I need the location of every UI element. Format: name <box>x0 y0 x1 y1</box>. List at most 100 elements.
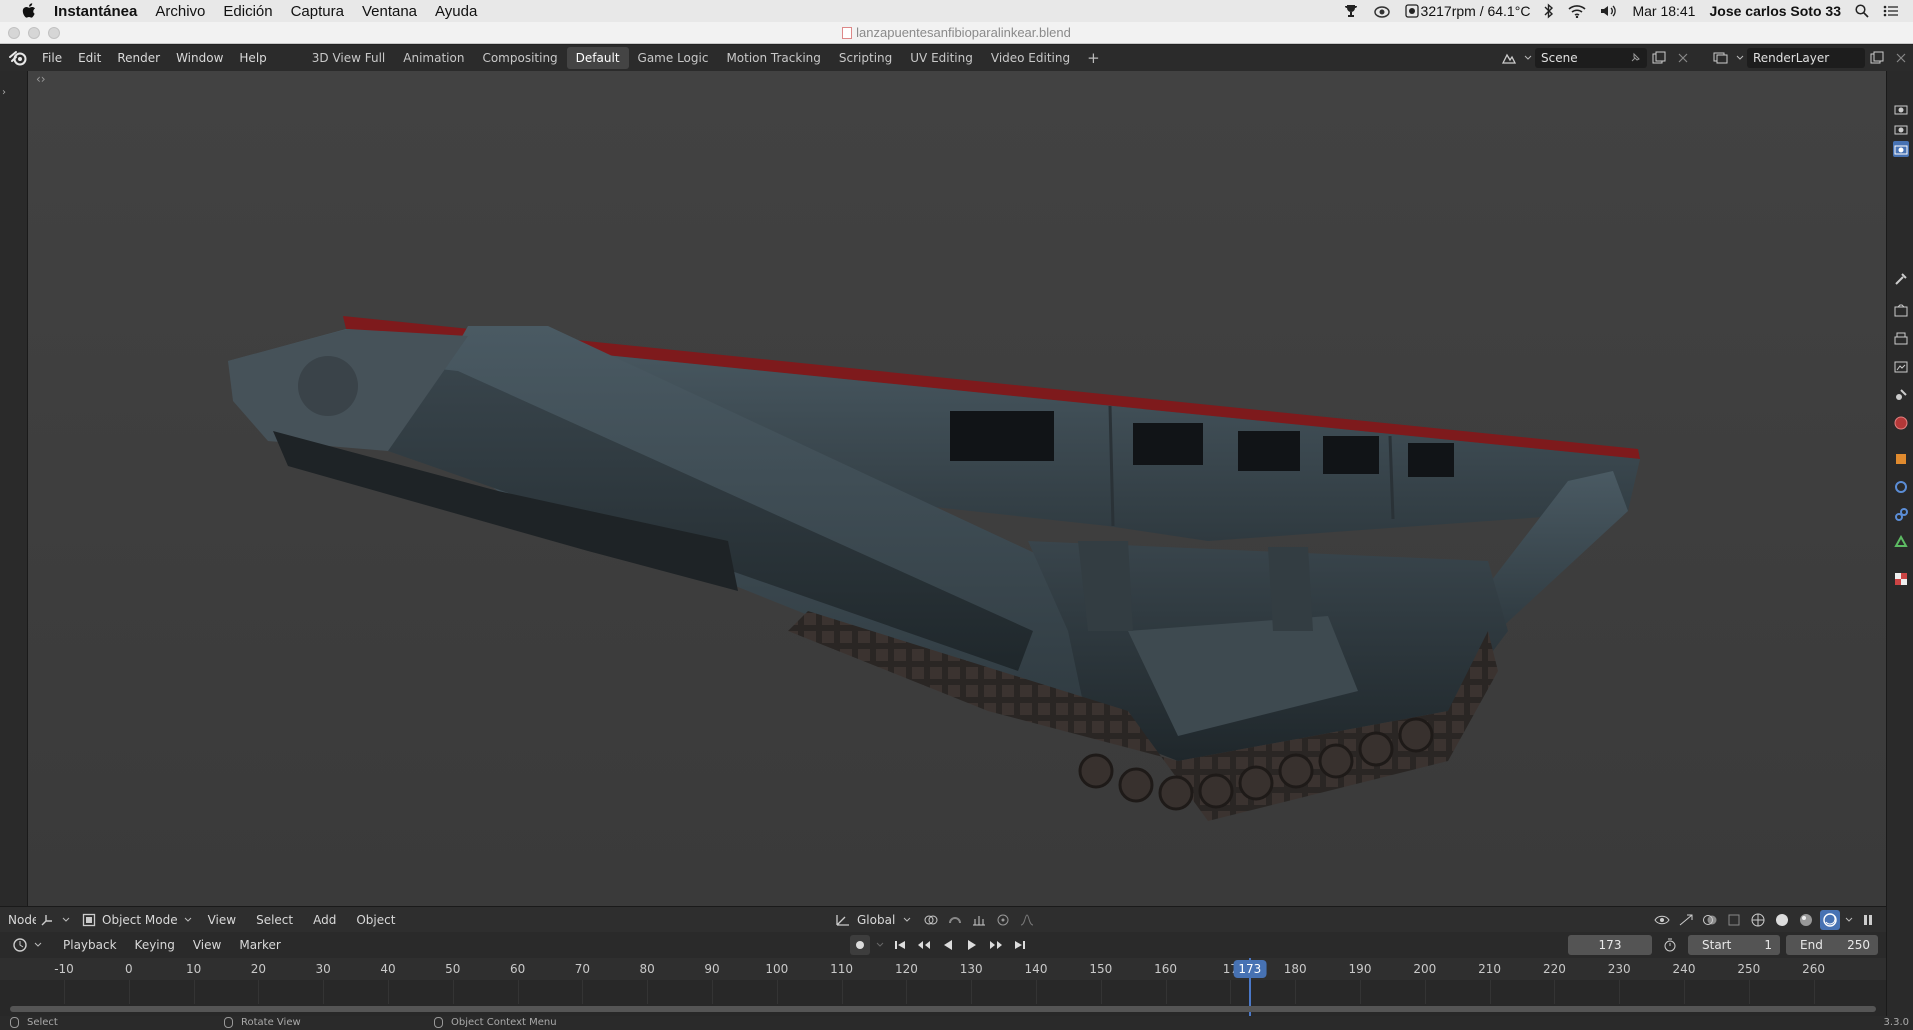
wireframe-shading-icon[interactable] <box>1748 910 1768 930</box>
chevron-down-icon[interactable] <box>1735 48 1745 68</box>
world-icon[interactable] <box>1893 415 1909 431</box>
transform-orientation-icon[interactable] <box>835 913 851 927</box>
snap-target-icon[interactable] <box>969 910 989 930</box>
view-layer-icon[interactable] <box>1893 359 1909 375</box>
new-scene-icon[interactable] <box>1649 48 1669 68</box>
camera-icon[interactable] <box>1893 101 1909 117</box>
falloff-icon[interactable] <box>1017 910 1037 930</box>
chevron-down-icon[interactable] <box>903 917 911 923</box>
solid-shading-icon[interactable] <box>1772 910 1792 930</box>
jump-end-icon[interactable] <box>1010 935 1030 955</box>
camera-icon[interactable] <box>1893 121 1909 137</box>
current-frame-badge[interactable]: 173 <box>1233 960 1267 978</box>
user-name[interactable]: Jose carlos Soto 33 <box>1709 3 1841 19</box>
stopwatch-icon[interactable] <box>1660 935 1680 955</box>
menu-select[interactable]: Select <box>246 913 303 927</box>
chevron-down-icon[interactable] <box>874 935 886 955</box>
menu-render[interactable]: Render <box>109 51 168 65</box>
chevron-down-icon[interactable] <box>1523 48 1533 68</box>
menu-file[interactable]: File <box>34 51 70 65</box>
bluetooth-icon[interactable] <box>1544 3 1554 19</box>
pause-render-icon[interactable] <box>1858 910 1878 930</box>
menu-window[interactable]: Window <box>168 51 231 65</box>
3d-viewport[interactable]: ‹› <box>28 71 1886 906</box>
tab-compositing[interactable]: Compositing <box>473 47 566 69</box>
scene-name-field[interactable]: Scene <box>1535 48 1647 68</box>
chevron-down-icon[interactable] <box>1844 910 1854 930</box>
orientation-label[interactable]: Global <box>857 913 895 927</box>
play-icon[interactable] <box>962 935 982 955</box>
output-properties-icon[interactable] <box>1893 331 1909 347</box>
timeline-ruler[interactable]: -10 0 10 20 30 40 50 60 70 80 90 100 110 120 130 140 150… <box>0 958 1886 980</box>
play-reverse-icon[interactable] <box>938 935 958 955</box>
current-frame-field[interactable]: 173 <box>1568 935 1652 955</box>
tab-default[interactable]: Default <box>566 47 629 69</box>
render-layer-icon[interactable] <box>1711 48 1731 68</box>
clock[interactable]: Mar 18:41 <box>1632 3 1695 19</box>
tab-motion-tracking[interactable]: Motion Tracking <box>717 47 829 69</box>
prev-keyframe-icon[interactable] <box>914 935 934 955</box>
trophy-icon[interactable] <box>1343 3 1359 19</box>
jump-start-icon[interactable] <box>890 935 910 955</box>
menu-timeline-view[interactable]: View <box>184 938 230 952</box>
menu-add[interactable]: Add <box>303 913 346 927</box>
add-workspace-button[interactable]: + <box>1079 49 1108 67</box>
tab-3d-view-full[interactable]: 3D View Full <box>303 47 395 69</box>
object-properties-icon[interactable] <box>1893 451 1909 467</box>
delete-render-layer-icon[interactable] <box>1891 48 1911 68</box>
start-frame-field[interactable]: Start 1 <box>1688 935 1780 955</box>
object-mode-dropdown[interactable]: Object Mode <box>76 910 198 930</box>
delete-scene-icon[interactable] <box>1673 48 1693 68</box>
chevron-down-icon[interactable] <box>62 910 70 930</box>
menu-edicion[interactable]: Edición <box>223 3 272 20</box>
proportional-editing-icon[interactable] <box>993 910 1013 930</box>
object-data-icon[interactable] <box>1893 535 1909 551</box>
menu-help[interactable]: Help <box>231 51 274 65</box>
timeline-scrollbar[interactable] <box>10 1006 1876 1012</box>
material-shading-icon[interactable] <box>1796 910 1816 930</box>
blender-logo-icon[interactable] <box>8 48 28 68</box>
notification-center-icon[interactable] <box>1883 5 1899 17</box>
menu-ayuda[interactable]: Ayuda <box>435 3 477 20</box>
menu-captura[interactable]: Captura <box>291 3 344 20</box>
spotlight-search-icon[interactable] <box>1855 4 1869 18</box>
gizmo-icon[interactable] <box>1676 910 1696 930</box>
xray-icon[interactable] <box>1724 910 1744 930</box>
minimize-window-button[interactable] <box>28 27 40 39</box>
record-icon[interactable] <box>850 935 870 955</box>
apple-icon[interactable] <box>18 0 40 22</box>
pin-icon[interactable] <box>1629 52 1641 64</box>
render-properties-icon[interactable] <box>1893 303 1909 319</box>
close-window-button[interactable] <box>8 27 20 39</box>
tab-animation[interactable]: Animation <box>394 47 473 69</box>
cloud-icon[interactable] <box>1373 4 1391 18</box>
visibility-eye-icon[interactable] <box>1652 910 1672 930</box>
menu-archivo[interactable]: Archivo <box>155 3 205 20</box>
menu-marker[interactable]: Marker <box>230 938 289 952</box>
menu-edit[interactable]: Edit <box>70 51 109 65</box>
new-render-layer-icon[interactable] <box>1867 48 1887 68</box>
texture-icon[interactable] <box>1893 571 1909 587</box>
menu-playback[interactable]: Playback <box>54 938 126 952</box>
tool-settings-icon[interactable] <box>1893 271 1909 287</box>
menu-ventana[interactable]: Ventana <box>362 3 417 20</box>
scene-icon[interactable] <box>1499 48 1519 68</box>
volume-icon[interactable] <box>1600 4 1618 18</box>
expand-toolbar-icon[interactable]: › <box>2 87 12 98</box>
app-name[interactable]: Instantánea <box>54 3 137 20</box>
fan-status[interactable]: 3217rpm / 64.1°C <box>1404 3 1530 19</box>
tab-scripting[interactable]: Scripting <box>830 47 901 69</box>
menu-keying[interactable]: Keying <box>126 938 184 952</box>
end-frame-field[interactable]: End 250 <box>1786 935 1878 955</box>
editor-type-icon[interactable] <box>38 910 58 930</box>
render-layer-field[interactable]: RenderLayer <box>1747 48 1865 68</box>
modifier-icon[interactable] <box>1893 479 1909 495</box>
overlays-icon[interactable] <box>1700 910 1720 930</box>
next-keyframe-icon[interactable] <box>986 935 1006 955</box>
zoom-window-button[interactable] <box>48 27 60 39</box>
menu-object[interactable]: Object <box>346 913 405 927</box>
timeline-editor-icon[interactable] <box>10 935 30 955</box>
tab-uv-editing[interactable]: UV Editing <box>901 47 982 69</box>
pivot-point-icon[interactable] <box>921 910 941 930</box>
physics-icon[interactable] <box>1893 507 1909 523</box>
